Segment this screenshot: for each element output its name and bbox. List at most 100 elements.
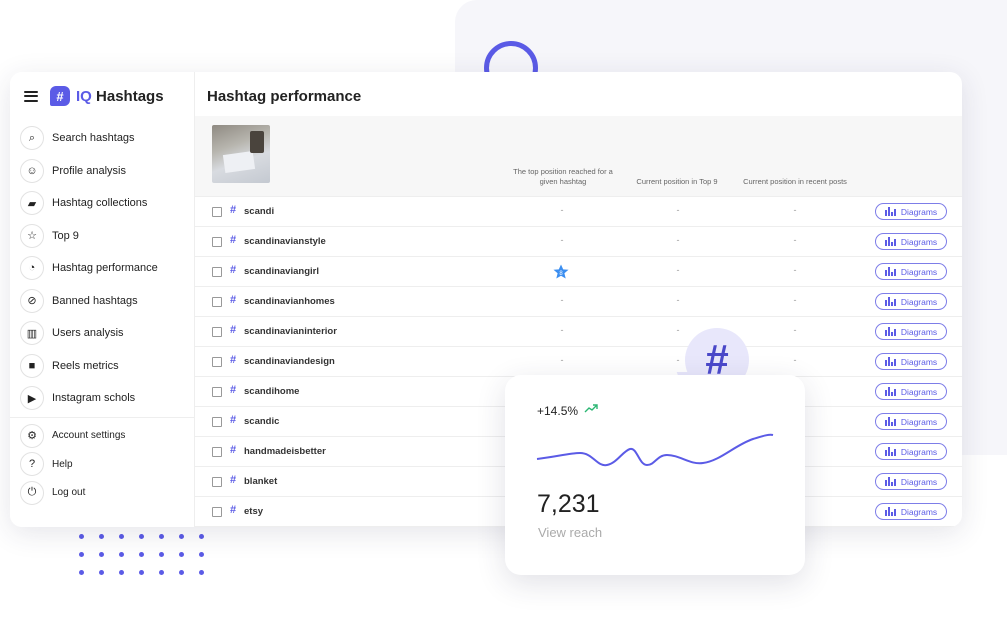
recent-position-value: - bbox=[793, 265, 797, 275]
sidebar-item-label: Search hashtags bbox=[52, 132, 135, 145]
row-checkbox[interactable] bbox=[212, 417, 222, 427]
diagrams-button[interactable]: Diagrams bbox=[875, 503, 947, 520]
bar-chart-icon bbox=[884, 357, 896, 366]
folder-icon: ▰ bbox=[20, 191, 44, 216]
sidebar-item-account-settings[interactable]: ⚙ Account settings bbox=[20, 422, 190, 451]
menu-icon[interactable] bbox=[24, 90, 38, 102]
sidebar-item-profile-analysis[interactable]: ☺ Profile analysis bbox=[20, 155, 190, 188]
sidebar-bottom-nav: ⚙ Account settings ? Help ⏻ Log out bbox=[20, 422, 190, 508]
app-window: # IQ Hashtags ⌕ Search hashtags ☺ Profile a… bbox=[10, 72, 962, 527]
bar-chart-icon bbox=[884, 297, 896, 306]
bar-chart-icon bbox=[884, 387, 896, 396]
diagrams-button[interactable]: Diagrams bbox=[875, 443, 947, 460]
row-checkbox[interactable] bbox=[212, 237, 222, 247]
diagrams-button-label: Diagrams bbox=[900, 356, 938, 367]
diagrams-button-label: Diagrams bbox=[900, 476, 938, 487]
hashtag-icon: # bbox=[230, 204, 237, 216]
sidebar-item-label: Account settings bbox=[52, 430, 126, 442]
top-position-value: - bbox=[560, 295, 564, 305]
ban-icon: ⊘ bbox=[20, 288, 44, 313]
hashtag-icon: # bbox=[230, 474, 237, 486]
power-icon: ⏻ bbox=[20, 480, 44, 505]
hashtag-icon: # bbox=[230, 384, 237, 396]
reach-sparkline bbox=[536, 433, 774, 467]
bar-chart-icon bbox=[884, 477, 896, 486]
column-header-top9: Current position in Top 9 bbox=[636, 177, 718, 186]
diagrams-button[interactable]: Diagrams bbox=[875, 263, 947, 280]
hashtag-name: scandinavianinterior bbox=[244, 326, 337, 337]
logo-text: IQ Hashtags bbox=[76, 87, 164, 105]
row-checkbox[interactable] bbox=[212, 387, 222, 397]
decor-dot-item bbox=[79, 534, 84, 539]
row-checkbox[interactable] bbox=[212, 477, 222, 487]
decor-dot-item bbox=[179, 552, 184, 557]
sidebar-item-log-out[interactable]: ⏻ Log out bbox=[20, 479, 190, 508]
hashtag-name: etsy bbox=[244, 506, 264, 517]
sidebar-item-label: Log out bbox=[52, 487, 86, 499]
sidebar-item-hashtag-performance[interactable]: ◔ Hashtag performance bbox=[20, 252, 190, 285]
row-checkbox[interactable] bbox=[212, 207, 222, 217]
hashtag-name: scandinaviangirl bbox=[244, 266, 319, 277]
sidebar-item-top-9[interactable]: ☆ Top 9 bbox=[20, 220, 190, 253]
decor-dot-item bbox=[139, 570, 144, 575]
decor-dot-item bbox=[179, 534, 184, 539]
sidebar-item-users-analysis[interactable]: ▥ Users analysis bbox=[20, 317, 190, 350]
hashtag-name: scandinavianstyle bbox=[244, 236, 326, 247]
diagrams-button[interactable]: Diagrams bbox=[875, 233, 947, 250]
decor-dot-grid bbox=[79, 534, 219, 584]
diagrams-button[interactable]: Diagrams bbox=[875, 323, 947, 340]
decor-dot-item bbox=[159, 534, 164, 539]
sidebar-item-help[interactable]: ? Help bbox=[20, 450, 190, 479]
diagrams-button[interactable]: Diagrams bbox=[875, 293, 947, 310]
sidebar-item-search-hashtags[interactable]: ⌕ Search hashtags bbox=[20, 122, 190, 155]
table-row: # scandinaviandesign - - - Diagrams bbox=[195, 347, 962, 377]
bar-chart-icon bbox=[884, 207, 896, 216]
sidebar-item-label: Instagram schols bbox=[52, 392, 136, 405]
decor-dot-item bbox=[199, 552, 204, 557]
bar-chart-icon bbox=[884, 327, 896, 336]
diagrams-button[interactable]: Diagrams bbox=[875, 353, 947, 370]
trend-up-icon bbox=[584, 404, 598, 413]
diagrams-button-label: Diagrams bbox=[900, 236, 938, 247]
sidebar-item-banned-hashtags[interactable]: ⊘ Banned hashtags bbox=[20, 285, 190, 318]
sidebar-nav: ⌕ Search hashtags ☺ Profile analysis ▰ Hashta… bbox=[10, 122, 195, 508]
top9-position-value: - bbox=[676, 265, 680, 275]
recent-position-value: - bbox=[793, 205, 797, 215]
sidebar-item-label: Hashtag performance bbox=[52, 262, 158, 275]
gear-icon: ⚙ bbox=[20, 423, 44, 448]
diagrams-button[interactable]: Diagrams bbox=[875, 203, 947, 220]
diagrams-button-label: Diagrams bbox=[900, 416, 938, 427]
sidebar-item-instagram-schols[interactable]: ▶ Instagram schols bbox=[20, 382, 190, 415]
search-icon: ⌕ bbox=[20, 126, 44, 151]
decor-dot-item bbox=[79, 570, 84, 575]
table-row: # scandinavianstyle - - - Diagrams bbox=[195, 227, 962, 257]
diagrams-button-label: Diagrams bbox=[900, 386, 938, 397]
diagrams-button[interactable]: Diagrams bbox=[875, 383, 947, 400]
row-checkbox[interactable] bbox=[212, 267, 222, 277]
diagrams-button[interactable]: Diagrams bbox=[875, 473, 947, 490]
hashtag-name: scandic bbox=[244, 416, 280, 427]
hashtag-icon: # bbox=[230, 354, 237, 366]
row-checkbox[interactable] bbox=[212, 447, 222, 457]
reach-label: View reach bbox=[538, 525, 603, 540]
sidebar-item-label: Hashtag collections bbox=[52, 197, 148, 210]
sidebar-item-reels-metrics[interactable]: ■ Reels metrics bbox=[20, 350, 190, 383]
row-checkbox[interactable] bbox=[212, 357, 222, 367]
table-row: # scandinaviangirl 8 - - Diagrams bbox=[195, 257, 962, 287]
diagrams-button-label: Diagrams bbox=[900, 446, 938, 457]
chart-icon: ▥ bbox=[20, 321, 44, 346]
decor-dot-item bbox=[79, 552, 84, 557]
decor-dot-item bbox=[179, 570, 184, 575]
bar-chart-icon bbox=[884, 447, 896, 456]
row-checkbox[interactable] bbox=[212, 327, 222, 337]
post-thumbnail[interactable] bbox=[212, 125, 270, 183]
hashtag-icon: # bbox=[230, 444, 237, 456]
diagrams-button[interactable]: Diagrams bbox=[875, 413, 947, 430]
row-checkbox[interactable] bbox=[212, 297, 222, 307]
sidebar-item-hashtag-collections[interactable]: ▰ Hashtag collections bbox=[20, 187, 190, 220]
help-icon: ? bbox=[20, 452, 44, 477]
recent-position-value: - bbox=[793, 355, 797, 365]
logo-hash-icon: # bbox=[50, 86, 70, 106]
row-checkbox[interactable] bbox=[212, 507, 222, 517]
logo-row: # IQ Hashtags bbox=[24, 84, 164, 108]
